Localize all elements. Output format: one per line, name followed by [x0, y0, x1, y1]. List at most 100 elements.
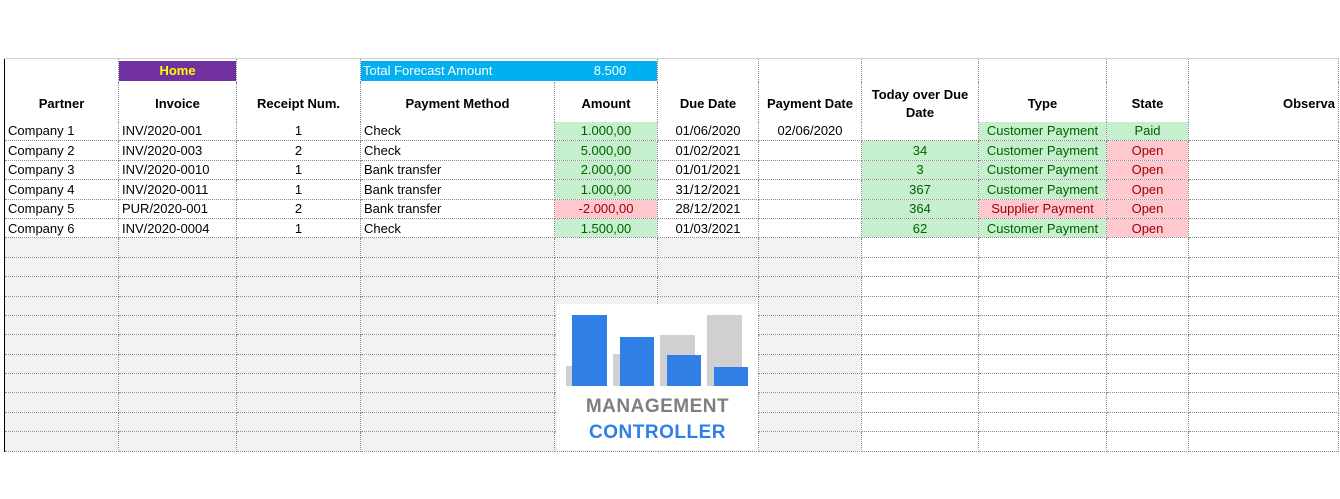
cell-state[interactable]: Open: [1106, 179, 1189, 200]
empty-cell[interactable]: [4, 431, 119, 452]
empty-cell[interactable]: [1106, 354, 1189, 375]
cell-paid[interactable]: [758, 140, 862, 161]
column-header[interactable]: Payment Date: [758, 81, 862, 122]
empty-cell[interactable]: [978, 334, 1107, 355]
empty-cell[interactable]: [1106, 412, 1189, 433]
empty-cell[interactable]: [861, 392, 979, 413]
cell-observations[interactable]: [1188, 121, 1339, 142]
cell-due[interactable]: 01/06/2020: [657, 121, 759, 142]
empty-cell[interactable]: [554, 237, 658, 258]
column-header[interactable]: Partner: [4, 81, 119, 122]
empty-cell[interactable]: [360, 315, 555, 336]
empty-cell[interactable]: [360, 431, 555, 452]
empty-cell[interactable]: [758, 257, 862, 278]
empty-cell[interactable]: [657, 276, 759, 297]
cell-method[interactable]: Bank transfer: [360, 199, 555, 219]
cell-over[interactable]: 367: [861, 179, 979, 200]
empty-cell[interactable]: [1188, 354, 1339, 375]
empty-cell[interactable]: [657, 237, 759, 258]
cell-method[interactable]: Check: [360, 121, 555, 142]
cell-invoice[interactable]: INV/2020-0011: [118, 179, 237, 200]
cell-partner[interactable]: Company 1: [4, 121, 119, 142]
empty-cell[interactable]: [236, 392, 361, 413]
column-header[interactable]: Invoice: [118, 81, 237, 122]
cell-over[interactable]: 3: [861, 160, 979, 181]
empty-cell[interactable]: [118, 431, 237, 452]
empty-cell[interactable]: [236, 334, 361, 355]
column-header[interactable]: Amount: [554, 81, 658, 122]
empty-cell[interactable]: [1188, 392, 1339, 413]
cell-paid[interactable]: [758, 179, 862, 200]
cell-type[interactable]: Customer Payment: [978, 218, 1107, 239]
cell-over[interactable]: 34: [861, 140, 979, 161]
cell-type[interactable]: Customer Payment: [978, 121, 1107, 142]
cell-invoice[interactable]: INV/2020-0004: [118, 218, 237, 239]
empty-cell[interactable]: [1106, 296, 1189, 316]
empty-cell[interactable]: [118, 334, 237, 355]
cell-paid[interactable]: 02/06/2020: [758, 121, 862, 142]
cell-due[interactable]: 01/02/2021: [657, 140, 759, 161]
empty-cell[interactable]: [657, 257, 759, 278]
empty-cell[interactable]: [118, 296, 237, 316]
cell-method[interactable]: Check: [360, 218, 555, 239]
empty-cell[interactable]: [978, 315, 1107, 336]
empty-cell[interactable]: [978, 373, 1107, 394]
empty-cell[interactable]: [360, 334, 555, 355]
empty-cell[interactable]: [118, 276, 237, 297]
empty-cell[interactable]: [861, 276, 979, 297]
cell-state[interactable]: Paid: [1106, 121, 1189, 142]
empty-cell[interactable]: [4, 237, 119, 258]
empty-cell[interactable]: [360, 296, 555, 316]
empty-cell[interactable]: [861, 373, 979, 394]
empty-cell[interactable]: [360, 237, 555, 258]
empty-cell[interactable]: [118, 315, 237, 336]
cell-paid[interactable]: [758, 199, 862, 219]
empty-cell[interactable]: [360, 412, 555, 433]
empty-cell[interactable]: [4, 354, 119, 375]
empty-cell[interactable]: [861, 412, 979, 433]
empty-cell[interactable]: [4, 276, 119, 297]
empty-cell[interactable]: [1188, 315, 1339, 336]
empty-cell[interactable]: [4, 334, 119, 355]
empty-cell[interactable]: [4, 315, 119, 336]
empty-cell[interactable]: [978, 431, 1107, 452]
cell-method[interactable]: Check: [360, 140, 555, 161]
cell-observations[interactable]: [1188, 199, 1339, 219]
empty-cell[interactable]: [236, 412, 361, 433]
empty-cell[interactable]: [1106, 431, 1189, 452]
column-header[interactable]: State: [1106, 81, 1189, 122]
empty-cell[interactable]: [4, 296, 119, 316]
empty-cell[interactable]: [861, 315, 979, 336]
empty-cell[interactable]: [360, 373, 555, 394]
cell-partner[interactable]: Company 5: [4, 199, 119, 219]
column-header[interactable]: Observa: [1188, 81, 1339, 122]
cell-amount[interactable]: 1.500,00: [554, 218, 658, 239]
empty-cell[interactable]: [360, 276, 555, 297]
cell-receipt[interactable]: 2: [236, 199, 361, 219]
empty-cell[interactable]: [1188, 237, 1339, 258]
empty-cell[interactable]: [554, 257, 658, 278]
empty-cell[interactable]: [978, 392, 1107, 413]
empty-cell[interactable]: [236, 237, 361, 258]
cell-amount[interactable]: -2.000,00: [554, 199, 658, 219]
empty-cell[interactable]: [1188, 334, 1339, 355]
empty-cell[interactable]: [1188, 373, 1339, 394]
cell-amount[interactable]: 1.000,00: [554, 179, 658, 200]
cell-paid[interactable]: [758, 218, 862, 239]
empty-cell[interactable]: [978, 296, 1107, 316]
empty-cell[interactable]: [236, 315, 361, 336]
cell-paid[interactable]: [758, 160, 862, 181]
cell-over[interactable]: 62: [861, 218, 979, 239]
empty-cell[interactable]: [1106, 257, 1189, 278]
empty-cell[interactable]: [758, 412, 862, 433]
empty-cell[interactable]: [861, 334, 979, 355]
cell-observations[interactable]: [1188, 140, 1339, 161]
empty-cell[interactable]: [861, 431, 979, 452]
cell-invoice[interactable]: PUR/2020-001: [118, 199, 237, 219]
cell-state[interactable]: Open: [1106, 160, 1189, 181]
empty-cell[interactable]: [360, 354, 555, 375]
cell-amount[interactable]: 1.000,00: [554, 121, 658, 142]
empty-cell[interactable]: [1188, 257, 1339, 278]
empty-cell[interactable]: [978, 257, 1107, 278]
cell-receipt[interactable]: 1: [236, 160, 361, 181]
